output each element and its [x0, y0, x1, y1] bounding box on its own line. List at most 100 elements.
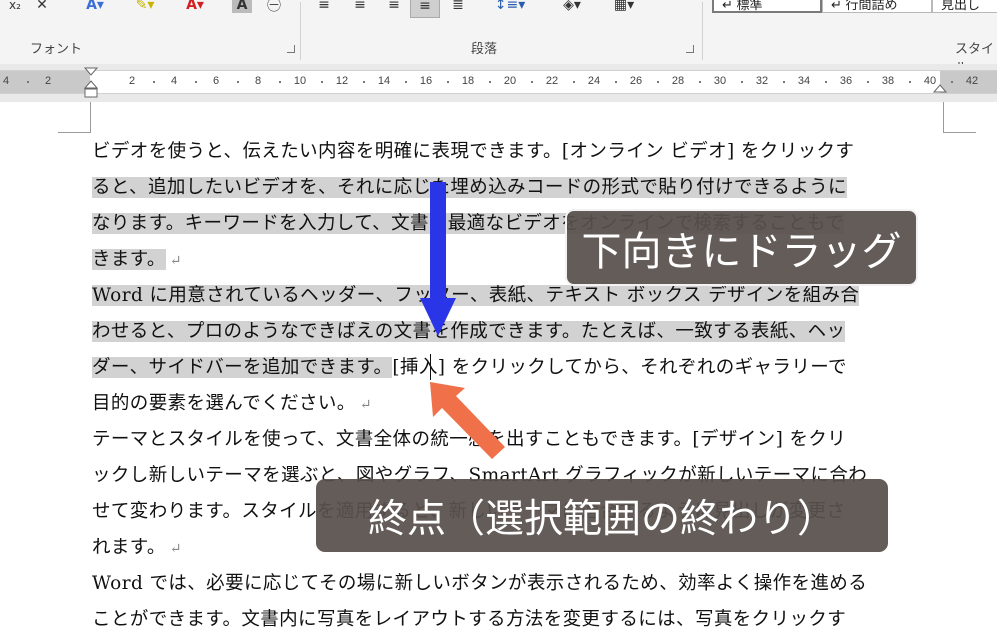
selected-text: きます。	[92, 249, 166, 270]
ruler-number: 10	[293, 75, 307, 87]
drag-down-callout: 下向きにドラッグ	[565, 209, 918, 286]
highlight-color-button[interactable]: ✎▾	[128, 0, 162, 16]
ruler-number: 42	[965, 75, 979, 87]
ruler-number: 22	[545, 75, 559, 87]
margin-corner-left	[58, 102, 91, 133]
ruler-tick	[699, 81, 701, 83]
justify-icon[interactable]: ≡	[410, 0, 440, 18]
clear-format-icon[interactable]: ✕	[32, 0, 52, 16]
shading-icon[interactable]: ◈▾	[552, 0, 592, 16]
doc-line-14: ことができます。文書内に写真をレイアウトする方法を変更するには、写真をクリックす	[92, 606, 942, 634]
ruler-band: 4 2 2 4 6 8 10 12 14 16 18 20 22 24 26 28 30 32 34 36 38 40 42	[0, 70, 997, 94]
line-text: Word では、必要に応じてその場に新しいボタンが表示されるため、効率よく操作を…	[92, 573, 868, 594]
ruler-tick	[447, 81, 449, 83]
borders-icon[interactable]: ▦▾	[604, 0, 644, 16]
paragraph-mark: ↵	[169, 541, 182, 557]
ruler-tick	[783, 81, 785, 83]
line-spacing-icon[interactable]: ↕≡▾	[490, 0, 530, 16]
ribbon: x₂ ✕ A▾ ✎▾ A▾ A ㊀ フォント ≡ ≡ ≡ ≡ ≣ ↕≡▾ ◈▾ …	[0, 0, 997, 75]
horizontal-ruler[interactable]: 4 2 2 4 6 8 10 12 14 16 18 20 22 24 26 28 30 32 34 36 38 40 42	[0, 64, 997, 102]
ruler-number: 40	[923, 75, 937, 87]
paragraph-dialog-launcher-icon[interactable]	[686, 45, 694, 53]
paragraph-group-label: 段落	[471, 41, 498, 56]
selected-text: ダー、サイドバーを追加できます。	[92, 357, 393, 378]
ruler-number: 20	[503, 75, 517, 87]
align-left-icon[interactable]: ≡	[312, 0, 336, 16]
ruler-tick	[741, 81, 743, 83]
ruler-number: 4	[2, 75, 10, 87]
doc-line-1: ビデオを使うと、伝えたい内容を明確に表現できます。[オンライン ビデオ] をクリ…	[92, 138, 942, 166]
line-text: 目的の要素を選んでください。	[92, 393, 356, 414]
ruler-tick	[867, 81, 869, 83]
ruler-tick	[153, 81, 155, 83]
ruler-number: 26	[629, 75, 643, 87]
ruler-tick	[405, 81, 407, 83]
font-color-button[interactable]: A▾	[178, 0, 212, 16]
margin-corner-right	[943, 102, 976, 133]
ruler-number: 6	[212, 75, 220, 87]
ruler-tick	[531, 81, 533, 83]
ruler-number: 32	[755, 75, 769, 87]
ruler-number: 18	[461, 75, 475, 87]
paragraph-mark: ↵	[359, 397, 372, 413]
style-heading[interactable]: 見出し	[932, 0, 997, 13]
ruler-number: 28	[671, 75, 685, 87]
ruler-tick	[237, 81, 239, 83]
line-text: テーマとスタイルを使って、文書全体の統一感を出すこともできます。[デザイン] を…	[92, 429, 847, 450]
ruler-tick	[279, 81, 281, 83]
doc-line-2: ると、追加したいビデオを、それに応じた埋め込みコードの形式で貼り付けできるように	[92, 174, 942, 202]
ruler-number: 2	[128, 75, 136, 87]
doc-line-8: 目的の要素を選んでください。 ↵	[92, 390, 942, 418]
line-text: [挿入] をクリックしてから、それぞれのギャラリーで	[392, 357, 847, 378]
ruler-number: 12	[335, 75, 349, 87]
end-point-callout: 終点（選択範囲の終わり）	[316, 479, 888, 552]
ruler-tick	[573, 81, 575, 83]
text-effects-button[interactable]: A▾	[78, 0, 112, 16]
selected-text: ると、追加したいビデオを、それに応じた埋め込みコードの形式で貼り付けできるように	[92, 177, 847, 198]
ruler-tick	[363, 81, 365, 83]
selected-text: Word に用意されているヘッダー、フッター、表紙、テキスト ボックス デザイン…	[92, 285, 860, 306]
ruler-tick	[321, 81, 323, 83]
ruler-number: 8	[254, 75, 262, 87]
ruler-number: 30	[713, 75, 727, 87]
ruler-tick	[825, 81, 827, 83]
doc-line-5: Word に用意されているヘッダー、フッター、表紙、テキスト ボックス デザイン…	[92, 282, 942, 310]
subscript-button[interactable]: x₂	[4, 0, 26, 16]
style-no-spacing[interactable]: ↵ 行間詰め	[822, 0, 932, 13]
ruler-tick	[615, 81, 617, 83]
ruler-tick	[657, 81, 659, 83]
ruler-tick	[909, 81, 911, 83]
selected-text: わせると、プロのようなできばえの文書を作成できます。たとえば、一致する表紙、ヘッ	[92, 321, 846, 342]
character-shading-button[interactable]: A	[232, 0, 252, 13]
doc-line-7: ダー、サイドバーを追加できます。[挿入] をクリックしてから、それぞれのギャラリ…	[92, 354, 942, 382]
ruler-number: 2	[44, 75, 52, 87]
ruler-number: 24	[587, 75, 601, 87]
paragraph-mark: ↵	[169, 253, 182, 269]
ruler-number: 14	[377, 75, 391, 87]
divider	[702, 2, 703, 60]
align-center-icon[interactable]: ≡	[348, 0, 372, 16]
ruler-number: 34	[797, 75, 811, 87]
ruler-tick	[489, 81, 491, 83]
ruler-number: 4	[170, 75, 178, 87]
font-dialog-launcher-icon[interactable]	[287, 45, 295, 53]
line-text: れます。	[92, 537, 166, 558]
divider	[300, 2, 301, 60]
ruler-tick	[90, 81, 92, 83]
font-group-label: フォント	[30, 41, 83, 56]
doc-line-9: テーマとスタイルを使って、文書全体の統一感を出すこともできます。[デザイン] を…	[92, 426, 942, 454]
ruler-tick	[27, 81, 29, 83]
ruler-number: 36	[839, 75, 853, 87]
doc-line-13: Word では、必要に応じてその場に新しいボタンが表示されるため、効率よく操作を…	[92, 570, 942, 598]
ruler-tick	[195, 81, 197, 83]
distributed-icon[interactable]: ≣	[446, 0, 470, 16]
ruler-tick	[951, 81, 953, 83]
ruler-number: 38	[881, 75, 895, 87]
doc-line-6: わせると、プロのようなできばえの文書を作成できます。たとえば、一致する表紙、ヘッ	[92, 318, 942, 346]
enclose-character-icon[interactable]: ㊀	[262, 0, 286, 16]
style-normal[interactable]: ↵ 標準	[712, 0, 822, 13]
align-right-icon[interactable]: ≡	[382, 0, 406, 16]
text-cursor	[430, 354, 431, 380]
ruler-number: 16	[419, 75, 433, 87]
line-text: ビデオを使うと、伝えたい内容を明確に表現できます。[オンライン ビデオ] をクリ…	[92, 141, 855, 162]
